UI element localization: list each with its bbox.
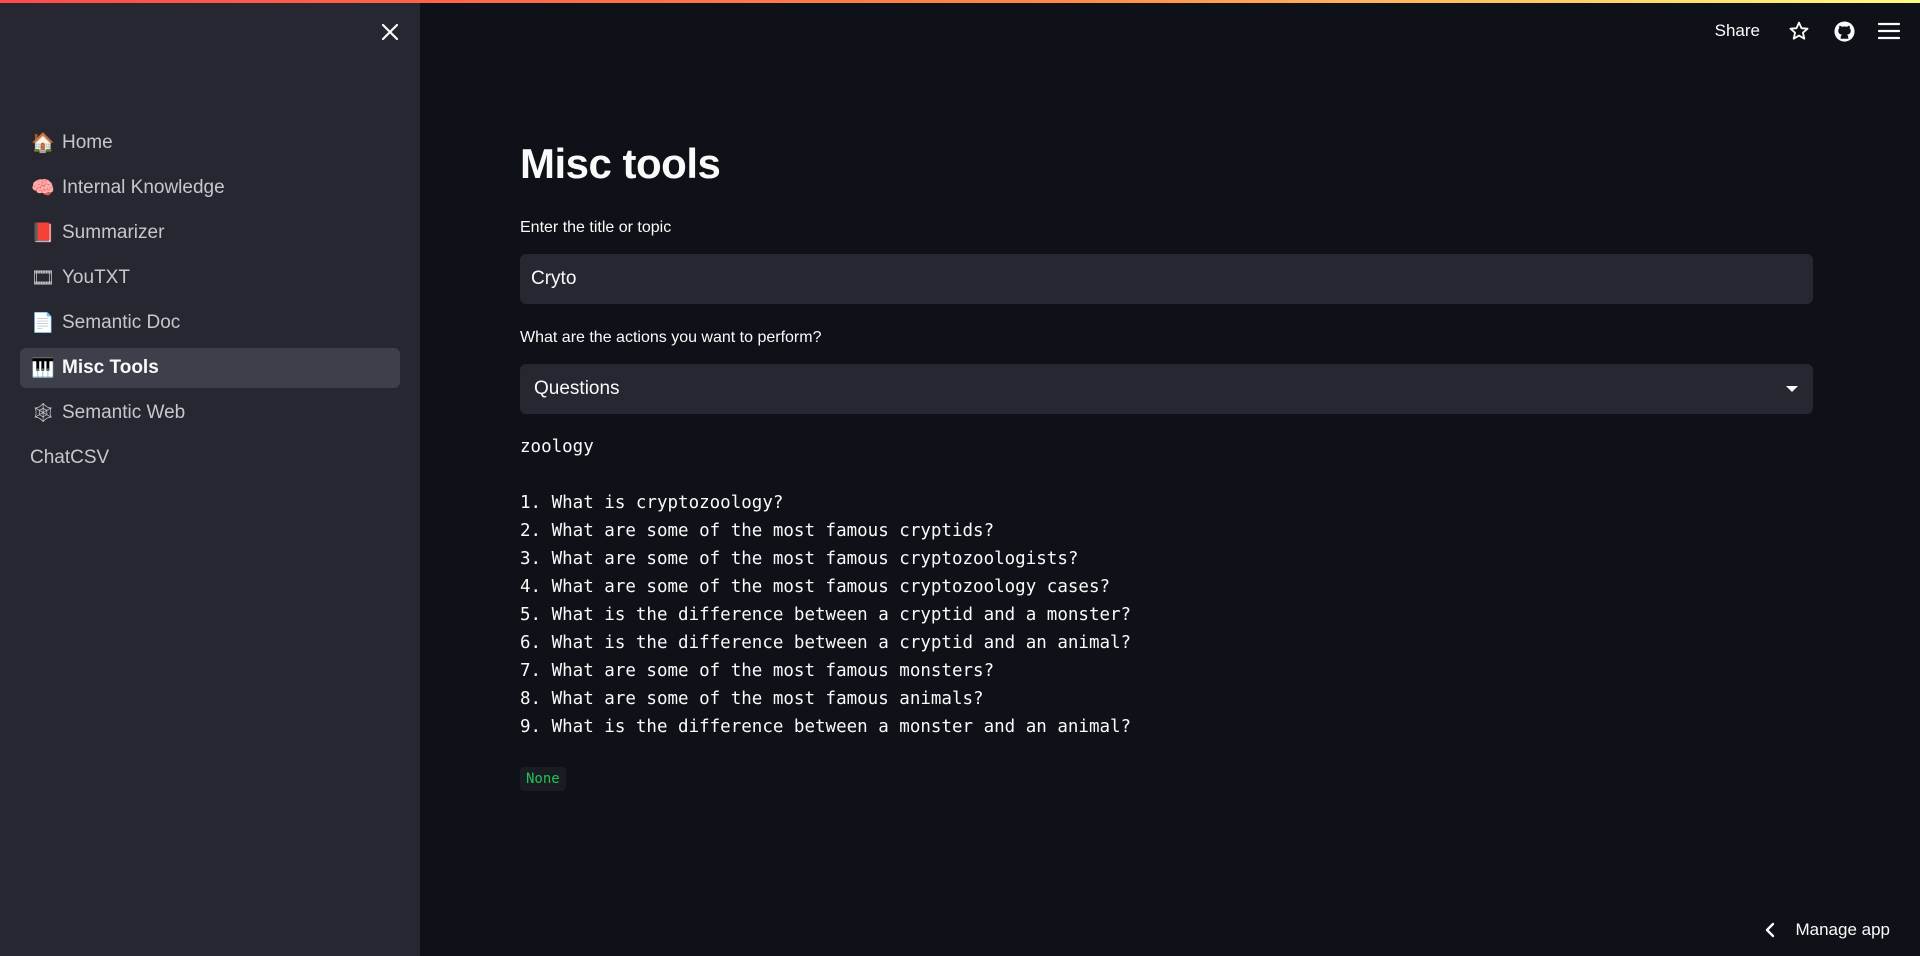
header-toolbar: Share — [1715, 0, 1920, 62]
chevron-down-icon — [1786, 386, 1798, 392]
sidebar-item-youtxt[interactable]: 🎞 YouTXT — [20, 258, 400, 298]
action-select[interactable]: Questions — [520, 364, 1813, 414]
star-icon[interactable] — [1786, 18, 1812, 44]
sidebar-item-chatcsv[interactable]: ChatCSV — [20, 438, 400, 478]
action-select-value: Questions — [534, 378, 620, 399]
brain-icon: 🧠 — [31, 178, 55, 199]
film-icon: 🎞 — [30, 268, 56, 289]
page-title: Misc tools — [520, 140, 721, 187]
sidebar-item-label: Misc Tools — [62, 357, 159, 378]
chevron-left-icon — [1765, 922, 1775, 938]
sidebar-item-label: Semantic Doc — [62, 312, 181, 333]
sidebar-item-label: Internal Knowledge — [62, 177, 225, 198]
sidebar-item-label: Home — [62, 132, 113, 153]
top-decoration-bar — [0, 0, 1920, 3]
keyboard-icon: 🎹 — [31, 358, 55, 379]
sidebar-item-label: Semantic Web — [62, 402, 186, 423]
sidebar-item-label: ChatCSV — [30, 447, 110, 468]
none-code-badge: None — [520, 767, 566, 791]
sidebar-item-summarizer[interactable]: 📕 Summarizer — [20, 213, 400, 253]
web-icon: 🕸 — [30, 403, 56, 424]
sidebar-nav: 🏠 Home 🧠 Internal Knowledge 📕 Summarizer… — [20, 123, 400, 483]
close-icon — [381, 23, 399, 41]
share-button[interactable]: Share — [1715, 21, 1760, 41]
questions-output: zoology 1. What is cryptozoology? 2. Wha… — [520, 437, 1132, 737]
sidebar-item-home[interactable]: 🏠 Home — [20, 123, 400, 163]
topic-input[interactable]: Cryto — [520, 254, 1813, 304]
hamburger-menu-icon[interactable] — [1876, 18, 1902, 44]
house-icon: 🏠 — [31, 133, 55, 154]
book-icon: 📕 — [31, 223, 55, 244]
document-icon: 📄 — [31, 313, 55, 334]
sidebar-item-misc-tools[interactable]: 🎹 Misc Tools — [20, 348, 400, 388]
sidebar-item-semantic-web[interactable]: 🕸 Semantic Web — [20, 393, 400, 433]
action-label: What are the actions you want to perform… — [520, 329, 822, 346]
topic-input-value: Cryto — [531, 268, 577, 289]
github-icon[interactable] — [1831, 18, 1857, 44]
sidebar-item-label: YouTXT — [62, 267, 130, 288]
manage-app-label: Manage app — [1795, 920, 1890, 939]
sidebar-item-internal-knowledge[interactable]: 🧠 Internal Knowledge — [20, 168, 400, 208]
sidebar-item-semantic-doc[interactable]: 📄 Semantic Doc — [20, 303, 400, 343]
close-sidebar-button[interactable] — [376, 18, 404, 46]
manage-app-button[interactable]: Manage app — [1765, 920, 1890, 940]
sidebar: 🏠 Home 🧠 Internal Knowledge 📕 Summarizer… — [0, 0, 420, 956]
sidebar-item-label: Summarizer — [62, 222, 165, 243]
topic-label: Enter the title or topic — [520, 219, 672, 236]
